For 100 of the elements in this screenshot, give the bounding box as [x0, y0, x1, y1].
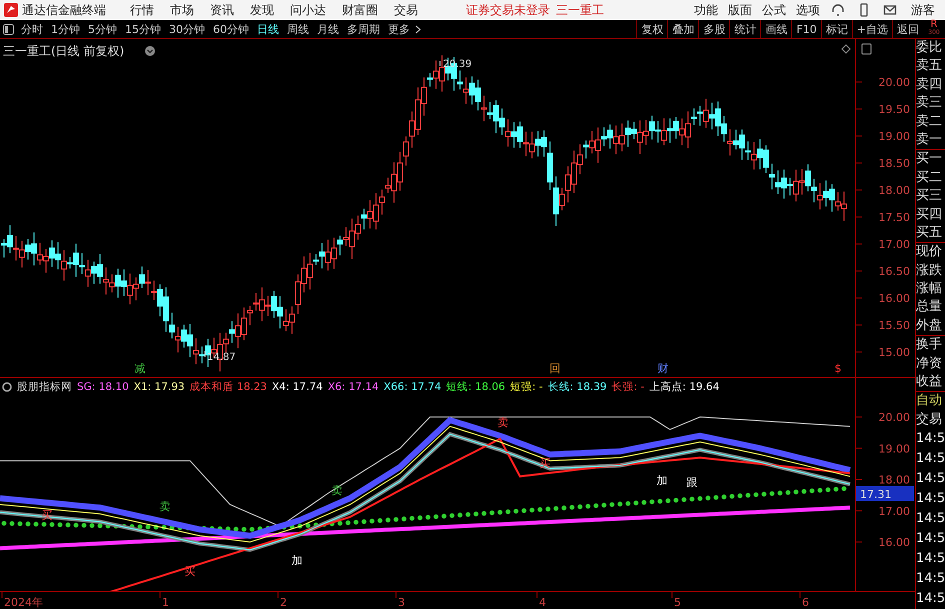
indicator-axis-label: 19.00 [878, 442, 910, 456]
signal-label: 买 [540, 457, 550, 470]
quote-label: 外盘 [916, 316, 943, 335]
price-label: 16.50 [878, 265, 910, 278]
signal-label: 卖 [332, 484, 342, 497]
signal-label: 卖 [498, 416, 508, 429]
quote-label: 换手 [916, 335, 945, 355]
event-marker[interactable]: 减 [134, 362, 146, 375]
stock-name: 三一重工 [556, 2, 604, 18]
tick-time: 14:5 [916, 550, 945, 568]
headset-icon[interactable] [831, 3, 845, 17]
tick-time: 14:5 [916, 430, 945, 448]
chevron-right-icon[interactable] [415, 24, 422, 34]
time-axis-label: 6 [802, 596, 809, 609]
trade-label[interactable]: 自动 [916, 391, 945, 411]
period-tab[interactable]: 5分钟 [84, 22, 121, 36]
indicator-value: X1: 17.93 [134, 381, 185, 393]
quote-label: 现价 [916, 242, 945, 262]
indicator-axis-label: 17.00 [878, 504, 910, 518]
period-tab[interactable]: 更多 [384, 22, 414, 36]
menu-item[interactable]: 版面 [723, 2, 757, 18]
toolbar-button[interactable]: 复权 [636, 20, 668, 38]
quote-label: 净资 [916, 354, 943, 373]
event-marker[interactable]: 回 [550, 362, 560, 375]
tick-time: 14:5 [916, 570, 945, 588]
menu-item[interactable]: 市场 [162, 2, 202, 18]
period-tab[interactable]: 1分钟 [47, 22, 84, 36]
quote-label: 买三 [916, 187, 943, 206]
indicator-axis-label: 20.00 [878, 411, 910, 424]
period-tab[interactable]: 月线 [313, 22, 343, 36]
period-tab[interactable]: 日线 [253, 22, 283, 36]
mail-icon[interactable] [883, 3, 897, 17]
price-label: 18.50 [878, 157, 910, 170]
time-axis-label: 1 [162, 596, 169, 609]
quote-label: 买一 [916, 149, 945, 169]
price-label: 17.00 [878, 238, 910, 251]
price-label: 15.00 [878, 346, 910, 359]
period-tab[interactable]: 60分钟 [209, 22, 253, 36]
event-marker[interactable]: 财 [658, 362, 668, 375]
quote-label: 总量 [916, 298, 943, 316]
panel-icon[interactable] [862, 44, 872, 54]
indicator-name[interactable]: 股朋指标网 [17, 380, 72, 394]
indicator-axis-label: 18.00 [878, 474, 910, 486]
tick-time: 14:5 [916, 490, 945, 508]
panel-toggle-icon[interactable] [3, 24, 14, 34]
tick-time: 14:5 [916, 590, 945, 608]
app-title: 通达信金融终端 [22, 2, 106, 18]
indicator-value: 长强: - [612, 380, 644, 394]
menu-item[interactable]: 问小达 [282, 2, 334, 18]
time-axis-label: 2 [280, 596, 287, 609]
menu-item[interactable]: 财富圈 [334, 2, 386, 18]
indicator-value: 上高点: 19.64 [649, 380, 720, 394]
indicator-value: X66: 17.74 [384, 381, 442, 393]
period-tab[interactable]: 30分钟 [165, 22, 209, 36]
period-tab[interactable]: 周线 [283, 22, 313, 36]
login-status[interactable]: 证券交易未登录 [466, 2, 550, 18]
toolbar-button[interactable]: 画线 [760, 20, 792, 38]
time-axis-label: 5 [674, 596, 681, 609]
dropdown-icon[interactable] [145, 46, 155, 56]
toolbar-button[interactable]: 多股 [698, 20, 730, 38]
price-label: 18.00 [878, 184, 910, 197]
menu-item[interactable]: 公式 [757, 2, 791, 18]
trade-label[interactable]: 交易 [916, 410, 945, 430]
period-tab[interactable]: 分时 [17, 22, 47, 36]
tick-time: 14:5 [916, 510, 945, 528]
quote-label: 买五 [916, 224, 943, 242]
toolbar-button[interactable]: 返回 [892, 20, 923, 38]
menu-item[interactable]: 选项 [791, 2, 825, 18]
diamond-icon[interactable] [841, 44, 851, 54]
quote-label: 涨幅 [916, 280, 943, 298]
settings-icon[interactable] [2, 382, 12, 392]
quote-label: 卖一 [916, 130, 943, 149]
toolbar-button[interactable]: F10 [791, 20, 821, 38]
quote-label: 收益 [916, 373, 943, 392]
signal-label: 卖 [160, 500, 170, 513]
menu-item[interactable]: 交易 [386, 2, 426, 18]
toolbar-button[interactable]: 标记 [820, 20, 852, 38]
app-logo-icon [4, 3, 18, 17]
menu-item[interactable]: 资讯 [202, 2, 242, 18]
tick-time: 14:5 [916, 470, 945, 488]
menu-item[interactable]: 行情 [122, 2, 162, 18]
toolbar-button[interactable]: 统计 [729, 20, 760, 38]
guest-label[interactable]: 游客 [911, 2, 935, 18]
toolbar-button[interactable]: +自选 [852, 20, 892, 38]
period-tab[interactable]: 15分钟 [121, 22, 165, 36]
signal-label: 加 [656, 474, 668, 487]
price-label: 15.50 [878, 319, 910, 332]
signal-label: 买 [184, 565, 196, 578]
toolbar-button[interactable]: 叠加 [667, 20, 698, 38]
menu-item[interactable]: 功能 [689, 2, 723, 18]
indicator-axis-label: 16.00 [878, 536, 910, 549]
event-marker[interactable]: $ [834, 362, 842, 375]
signal-label: 加 [292, 554, 302, 567]
period-tab[interactable]: 多周期 [343, 22, 384, 36]
indicator-value: X6: 17.14 [328, 381, 379, 393]
price-label: 20.00 [878, 76, 910, 89]
menu-item[interactable]: 发现 [242, 2, 282, 18]
chart-title: 三一重工(日线 前复权) [3, 44, 124, 58]
indicator-value: 短强: - [510, 380, 543, 394]
indicator-value: 长线: 18.39 [548, 380, 607, 394]
